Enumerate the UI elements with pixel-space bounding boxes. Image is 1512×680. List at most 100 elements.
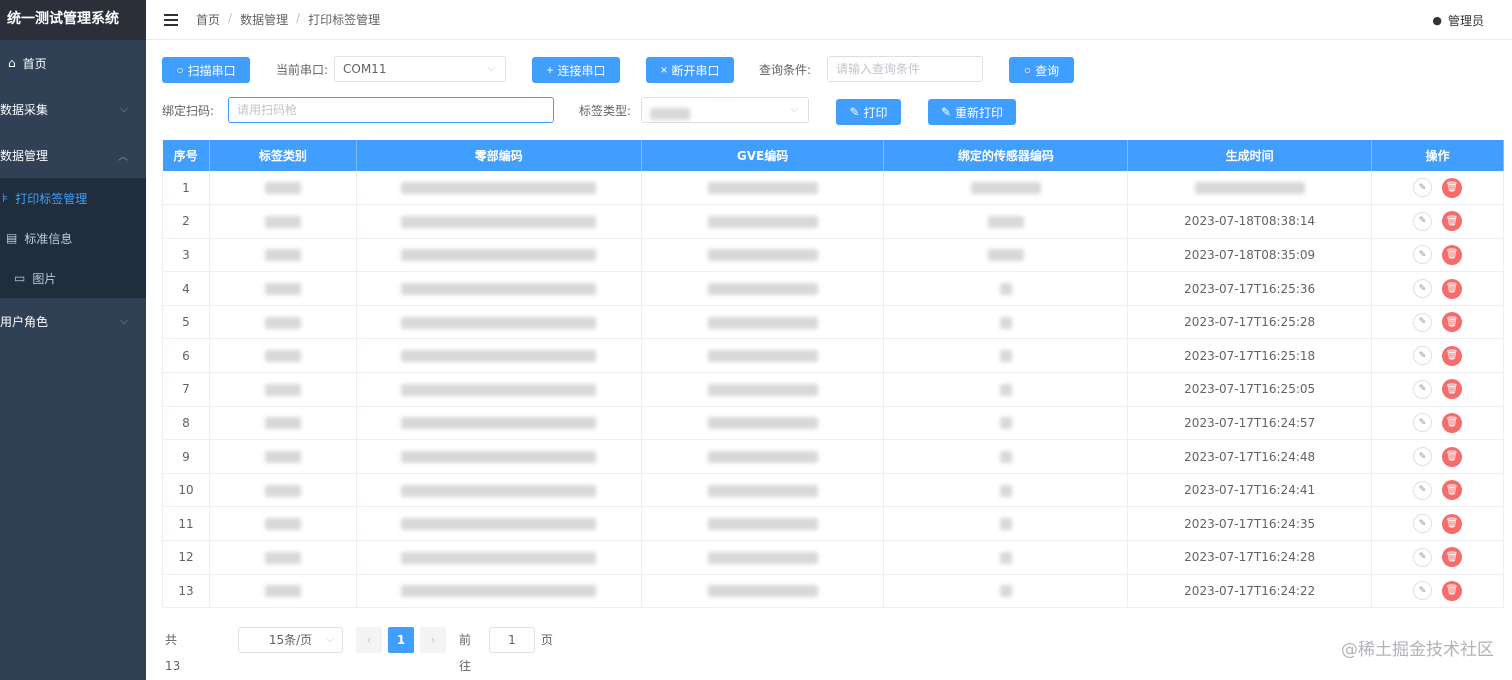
column-header: 零部编码	[356, 140, 642, 171]
scan-port-button[interactable]: ○ 扫描串口	[162, 57, 250, 83]
redacted-text	[264, 350, 301, 363]
redacted-text	[707, 417, 818, 430]
edit-row-button[interactable]: ✎	[1413, 447, 1433, 467]
goto-page-input[interactable]: 1	[489, 627, 535, 653]
edit-row-button[interactable]: ✎	[1413, 480, 1433, 500]
redacted-text	[999, 350, 1012, 363]
next-page-button[interactable]: ›	[420, 627, 446, 653]
edit-row-button[interactable]: ✎	[1413, 514, 1433, 534]
edit-icon: ✎	[1418, 518, 1427, 529]
sidebar-item-label: 数据管理	[0, 148, 49, 163]
sidebar-item-label: 图片	[32, 271, 57, 286]
trash-icon: 🗑	[1445, 551, 1459, 563]
sidebar-item-home[interactable]: ⌂ 首页	[0, 40, 146, 86]
tag-type-select[interactable]: ⌵	[641, 97, 809, 123]
delete-row-button[interactable]: 🗑	[1442, 580, 1463, 601]
sidebar-item-image[interactable]: ▭ 图片	[0, 258, 146, 298]
breadcrumb-item-home[interactable]: 首页	[196, 11, 220, 28]
prev-page-button[interactable]: ‹	[356, 627, 382, 653]
delete-row-button[interactable]: 🗑	[1442, 278, 1463, 299]
delete-row-button[interactable]: 🗑	[1442, 211, 1463, 232]
row-time: 2023-07-18T08:35:09	[1184, 247, 1316, 262]
redacted-text	[987, 249, 1024, 262]
edit-row-button[interactable]: ✎	[1413, 346, 1433, 366]
delete-row-button[interactable]: 🗑	[1442, 177, 1463, 198]
redacted-text	[264, 451, 301, 464]
row-index: 3	[162, 238, 210, 273]
delete-row-button[interactable]: 🗑	[1442, 244, 1463, 265]
user-menu[interactable]: ● 管理员	[1432, 12, 1484, 29]
hamburger-icon[interactable]	[164, 13, 178, 26]
page-number-current[interactable]: 1	[388, 627, 414, 653]
sidebar: 统一测试管理系统 ⌂ 首页 数据采集 ⌵ 数据管理 ︿ ⊧ 打印标签管理 ▤ 标…	[0, 0, 146, 680]
row-index: 9	[162, 439, 210, 474]
user-name: 管理员	[1447, 14, 1484, 28]
sidebar-item-standard-info[interactable]: ▤ 标准信息	[0, 218, 146, 258]
row-time: 2023-07-17T16:24:57	[1184, 415, 1316, 430]
edit-row-button[interactable]: ✎	[1413, 312, 1433, 332]
redacted-text	[987, 215, 1024, 228]
sidebar-item-user-role[interactable]: 用户角色 ⌵	[0, 298, 146, 344]
redacted-text	[264, 182, 301, 195]
edit-icon: ✎	[849, 105, 860, 119]
edit-row-button[interactable]: ✎	[1413, 211, 1433, 231]
query-button[interactable]: ○ 查询	[1009, 57, 1074, 83]
redacted-text	[401, 182, 597, 195]
row-time: 2023-07-17T16:25:36	[1184, 281, 1316, 296]
table-row: 10 2023-07-17T16:24:41 ✎ 🗑	[162, 473, 1504, 508]
redacted-text	[264, 249, 301, 262]
sidebar-item-data-collect[interactable]: 数据采集 ⌵	[0, 86, 146, 132]
redacted-text	[999, 316, 1012, 329]
goto-label: 前往	[459, 633, 472, 673]
column-header: 标签类别	[209, 140, 357, 171]
delete-row-button[interactable]: 🗑	[1442, 312, 1463, 333]
edit-icon: ✎	[1418, 350, 1427, 361]
delete-row-button[interactable]: 🗑	[1442, 446, 1463, 467]
row-time: 2023-07-17T16:24:28	[1184, 550, 1316, 565]
edit-row-button[interactable]: ✎	[1413, 581, 1433, 601]
edit-icon: ✎	[1418, 216, 1427, 227]
chevron-down-icon: ⌵	[487, 63, 495, 74]
print-button[interactable]: ✎ 打印	[836, 99, 901, 125]
edit-row-button[interactable]: ✎	[1413, 279, 1433, 299]
edit-row-button[interactable]: ✎	[1413, 379, 1433, 399]
row-index: 10	[162, 473, 210, 508]
edit-row-button[interactable]: ✎	[1413, 178, 1433, 198]
current-port-select[interactable]: COM11 ⌵	[334, 56, 506, 82]
redacted-text	[401, 383, 597, 396]
edit-row-button[interactable]: ✎	[1413, 245, 1433, 265]
delete-row-button[interactable]: 🗑	[1442, 513, 1463, 534]
redacted-text	[401, 350, 597, 363]
breadcrumb-item-data-manage[interactable]: 数据管理	[240, 11, 288, 28]
bind-scan-label: 绑定扫码:	[162, 104, 215, 118]
delete-row-button[interactable]: 🗑	[1442, 379, 1463, 400]
edit-row-button[interactable]: ✎	[1413, 547, 1433, 567]
trash-icon: 🗑	[1445, 350, 1459, 362]
redacted-text	[264, 215, 301, 228]
sidebar-item-data-manage[interactable]: 数据管理 ︿	[0, 132, 146, 178]
delete-row-button[interactable]: 🗑	[1442, 345, 1463, 366]
plus-icon: +	[546, 63, 554, 77]
table-row: 5 2023-07-17T16:25:28 ✎ 🗑	[162, 305, 1504, 340]
navbar: 首页 / 数据管理 / 打印标签管理 ● 管理员	[146, 0, 1512, 40]
table-row: 6 2023-07-17T16:25:18 ✎ 🗑	[162, 338, 1504, 374]
edit-icon: ✎	[940, 105, 952, 119]
disconnect-port-button[interactable]: × 断开串口	[646, 57, 734, 83]
page-size-select[interactable]: 15条/页 ⌵	[238, 627, 343, 653]
delete-row-button[interactable]: 🗑	[1442, 412, 1463, 433]
delete-row-button[interactable]: 🗑	[1442, 480, 1463, 501]
table-row: 2 2023-07-18T08:38:14 ✎ 🗑	[162, 204, 1504, 239]
sidebar-item-print-tag[interactable]: ⊧ 打印标签管理	[0, 178, 146, 218]
redacted-text	[401, 316, 597, 329]
edit-icon: ✎	[1418, 249, 1427, 260]
connect-port-button[interactable]: + 连接串口	[532, 57, 620, 83]
reprint-button[interactable]: ✎ 重新打印	[928, 99, 1016, 125]
redacted-text	[707, 451, 818, 464]
edit-icon: ✎	[1418, 182, 1427, 193]
pagination-total: 共 13 条	[165, 633, 181, 673]
bind-scan-input[interactable]: 请用扫码枪	[228, 97, 554, 123]
edit-row-button[interactable]: ✎	[1413, 413, 1433, 433]
table-header-row: 序号 标签类别 零部编码 GVE编码 绑定的传感器编码 生成时间 操作	[162, 140, 1504, 171]
query-input[interactable]: 请输入查询条件	[827, 56, 983, 82]
delete-row-button[interactable]: 🗑	[1442, 547, 1463, 568]
